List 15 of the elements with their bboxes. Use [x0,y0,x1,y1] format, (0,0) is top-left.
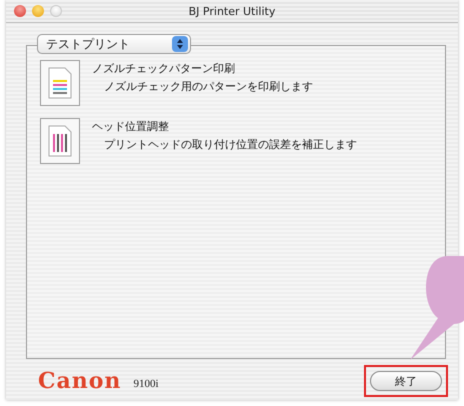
document-bars-icon [48,125,72,157]
brand-logo: Canon [38,368,122,394]
close-button[interactable] [14,5,26,17]
mode-popup[interactable]: テストプリント [37,34,191,54]
tool-description: ノズルチェック用のパターンを印刷します [103,79,313,94]
tool-title: ヘッド位置調整 [92,119,170,134]
model-label: 9100i [133,378,158,390]
tool-description: プリントヘッドの取り付け位置の誤差を補正します [103,137,357,152]
window-title: BJ Printer Utility [188,4,276,18]
document-lines-icon [48,67,72,99]
quit-button[interactable]: 終了 [370,371,442,391]
tool-button[interactable] [40,60,80,106]
tool-title: ノズルチェックパターン印刷 [92,61,236,76]
stepper-arrows-icon [172,36,188,52]
tool-button[interactable] [40,118,80,164]
